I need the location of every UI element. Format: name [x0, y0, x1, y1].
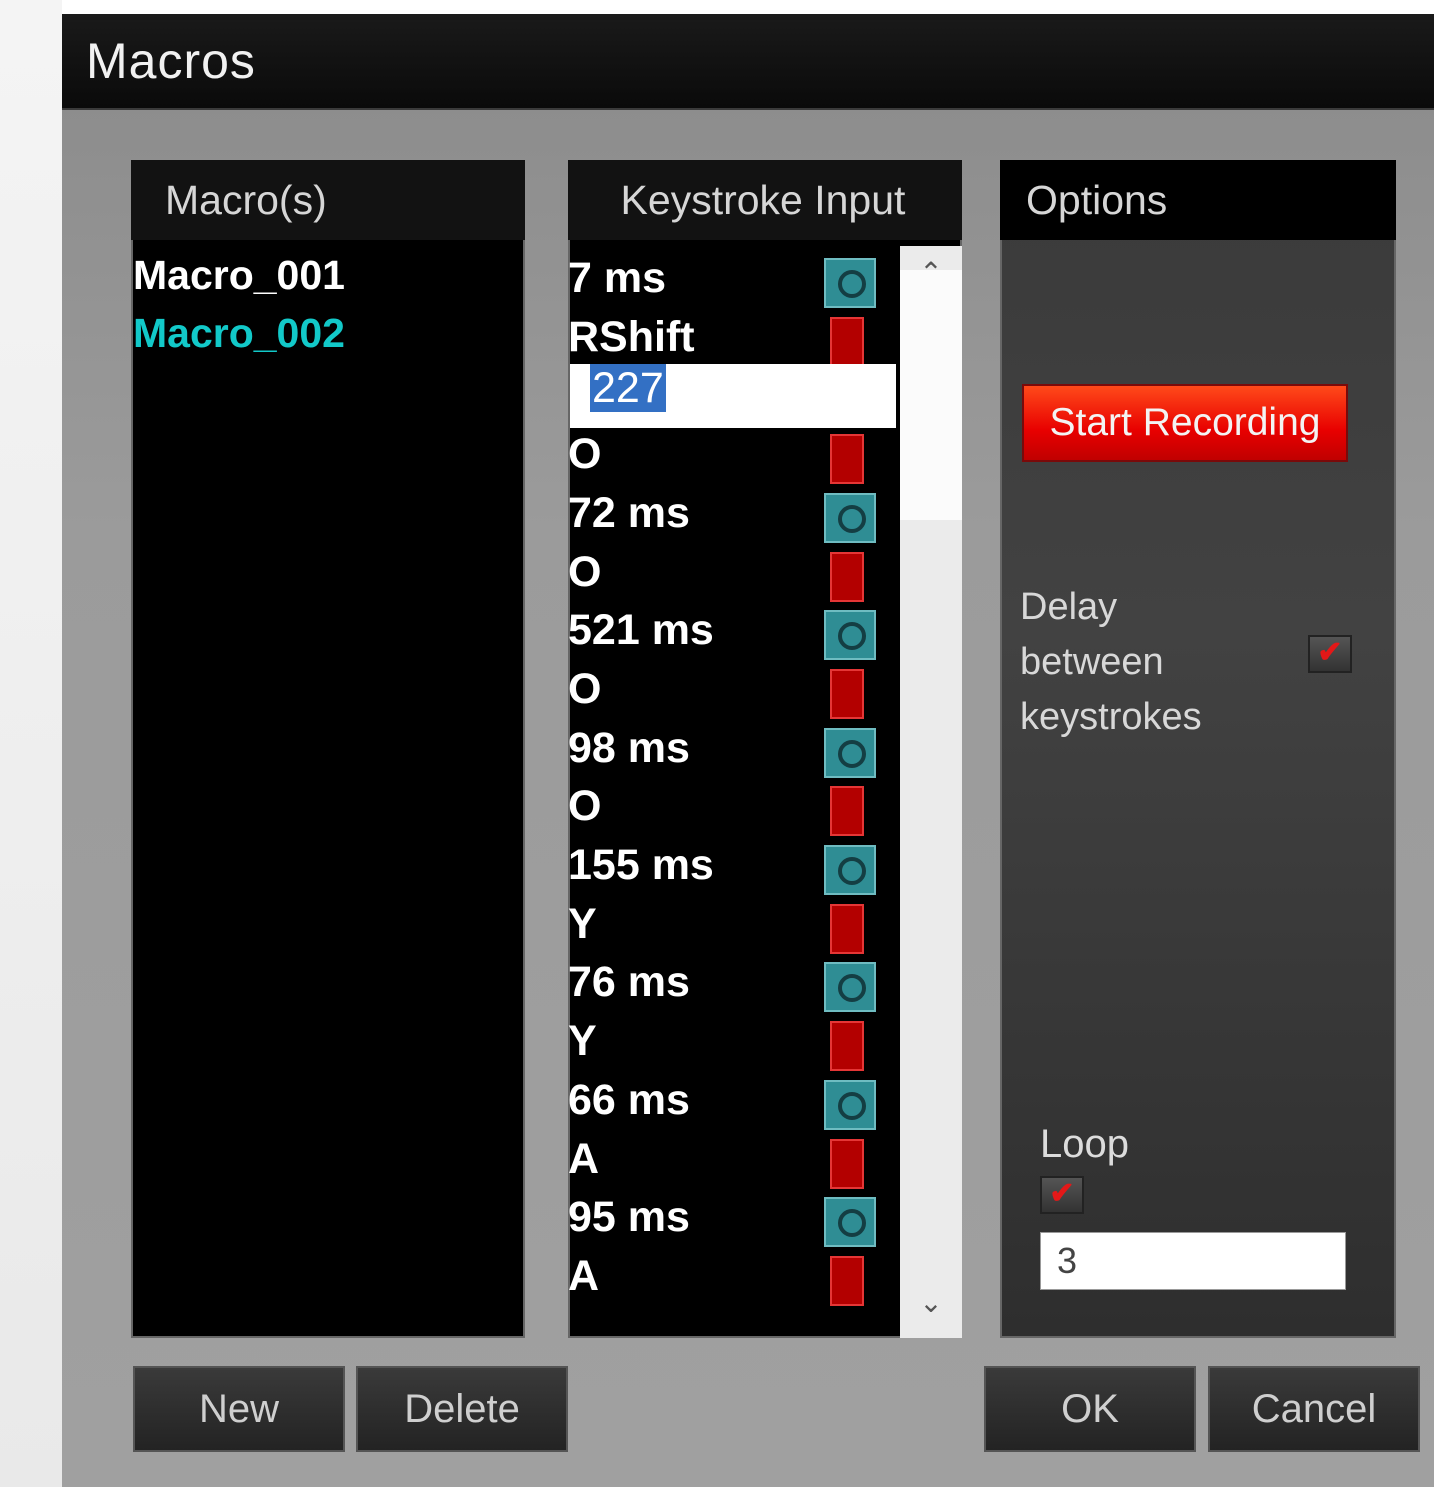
- cancel-button[interactable]: Cancel: [1208, 1366, 1420, 1452]
- loop-checkbox[interactable]: ✔: [1040, 1176, 1084, 1214]
- window-title: Macros: [86, 33, 256, 89]
- clock-dial: [838, 270, 866, 298]
- clock-dial: [838, 1091, 866, 1120]
- clock-dial: [838, 974, 866, 1003]
- clock-icon[interactable]: [824, 845, 876, 895]
- key-icon[interactable]: [830, 786, 864, 837]
- macro-item-selected[interactable]: Macro_002: [133, 310, 345, 357]
- keystroke-text: RShift: [568, 312, 695, 361]
- keystroke-row[interactable]: A: [568, 1248, 904, 1306]
- key-icon[interactable]: [830, 1021, 864, 1072]
- keystroke-row[interactable]: 7 ms: [568, 250, 904, 308]
- keystroke-row[interactable]: Y: [568, 1013, 904, 1072]
- keystroke-text: A: [568, 1134, 600, 1183]
- clock-icon[interactable]: [824, 962, 876, 1013]
- keystroke-row[interactable]: O: [568, 426, 904, 485]
- keystroke-row[interactable]: 95 ms: [568, 1189, 904, 1248]
- keystroke-text: A: [568, 1251, 600, 1300]
- delete-button[interactable]: Delete: [356, 1366, 568, 1452]
- key-icon[interactable]: [830, 1138, 864, 1189]
- clock-icon[interactable]: [824, 610, 876, 661]
- keystroke-text: O: [568, 430, 602, 479]
- clock-icon[interactable]: [824, 1079, 876, 1130]
- keystroke-text: O: [568, 547, 602, 596]
- keystroke-text: 521 ms: [568, 606, 714, 655]
- keystroke-text: 7 ms: [568, 254, 667, 302]
- keystroke-text: O: [568, 664, 602, 713]
- clock-dial: [838, 739, 866, 768]
- macros-panel-header: Macro(s): [131, 160, 525, 240]
- clock-icon[interactable]: [824, 258, 876, 308]
- macros-panel: Macro(s) Macro_001 Macro_002: [131, 160, 525, 1338]
- clock-dial: [838, 622, 866, 651]
- scroll-down-icon[interactable]: ⌄: [900, 1286, 962, 1319]
- clock-icon[interactable]: [824, 492, 876, 543]
- keystroke-text: 76 ms: [568, 958, 690, 1007]
- new-button[interactable]: New: [133, 1366, 345, 1452]
- keystroke-text: 72 ms: [568, 488, 690, 537]
- loop-label: Loop: [1040, 1122, 1129, 1166]
- keystroke-text: 66 ms: [568, 1075, 690, 1124]
- delay-checkbox[interactable]: ✔: [1308, 635, 1352, 673]
- key-icon[interactable]: [830, 434, 864, 485]
- macro-item[interactable]: Macro_001: [133, 252, 345, 299]
- keystroke-row[interactable]: Y: [568, 896, 904, 954]
- options-panel: Options Start Recording Delay between ke…: [1000, 160, 1396, 1338]
- keystroke-text: Y: [568, 899, 597, 948]
- clock-icon[interactable]: [824, 727, 876, 778]
- keystroke-row[interactable]: 155 ms: [568, 837, 904, 895]
- check-icon: ✔: [1317, 636, 1343, 669]
- keystroke-edit-field[interactable]: 227: [570, 364, 896, 428]
- clock-dial: [838, 857, 866, 885]
- ok-button[interactable]: OK: [984, 1366, 1196, 1452]
- clock-icon[interactable]: [824, 1197, 876, 1248]
- options-panel-header: Options: [1000, 160, 1396, 240]
- keystroke-row[interactable]: O: [568, 778, 904, 837]
- delay-between-keystrokes-label: Delay between keystrokes: [1020, 586, 1202, 738]
- keystroke-scrollbar[interactable]: ⌃ ⌄: [900, 246, 962, 1338]
- keystroke-text: Y: [568, 1017, 597, 1066]
- keystroke-row[interactable]: 521 ms: [568, 602, 904, 661]
- keystroke-text: O: [568, 782, 602, 831]
- key-icon[interactable]: [830, 551, 864, 602]
- keystroke-text: 95 ms: [568, 1193, 690, 1242]
- key-icon[interactable]: [830, 316, 864, 367]
- key-icon[interactable]: [830, 903, 864, 954]
- check-icon: ✔: [1049, 1177, 1075, 1210]
- keystroke-row[interactable]: 66 ms: [568, 1072, 904, 1130]
- keystroke-text: 98 ms: [568, 723, 690, 772]
- background: [0, 0, 62, 1487]
- keystroke-row[interactable]: O: [568, 661, 904, 719]
- clock-dial: [838, 1209, 866, 1238]
- key-icon[interactable]: [830, 668, 864, 719]
- keystroke-row[interactable]: A: [568, 1131, 904, 1189]
- scrollbar-thumb[interactable]: [900, 270, 962, 520]
- clock-dial: [838, 504, 866, 533]
- loop-count-input[interactable]: [1040, 1232, 1346, 1290]
- keystroke-row[interactable]: RShift: [568, 309, 904, 367]
- keystroke-row[interactable]: 98 ms: [568, 720, 904, 778]
- macros-dialog: Macros Macro(s) Macro_001 Macro_002 Keys…: [62, 14, 1434, 1487]
- scroll-up-icon[interactable]: ⌃: [900, 256, 962, 289]
- keystroke-row[interactable]: O: [568, 544, 904, 602]
- keystroke-panel-header: Keystroke Input: [568, 160, 962, 240]
- title-bar[interactable]: Macros: [62, 14, 1434, 110]
- keystroke-row[interactable]: 76 ms: [568, 954, 904, 1013]
- keystroke-edit-value: 227: [590, 364, 666, 412]
- keystroke-text: 155 ms: [568, 841, 714, 889]
- key-icon[interactable]: [830, 1255, 864, 1306]
- start-recording-button[interactable]: Start Recording: [1022, 384, 1348, 462]
- keystroke-row[interactable]: 72 ms: [568, 485, 904, 543]
